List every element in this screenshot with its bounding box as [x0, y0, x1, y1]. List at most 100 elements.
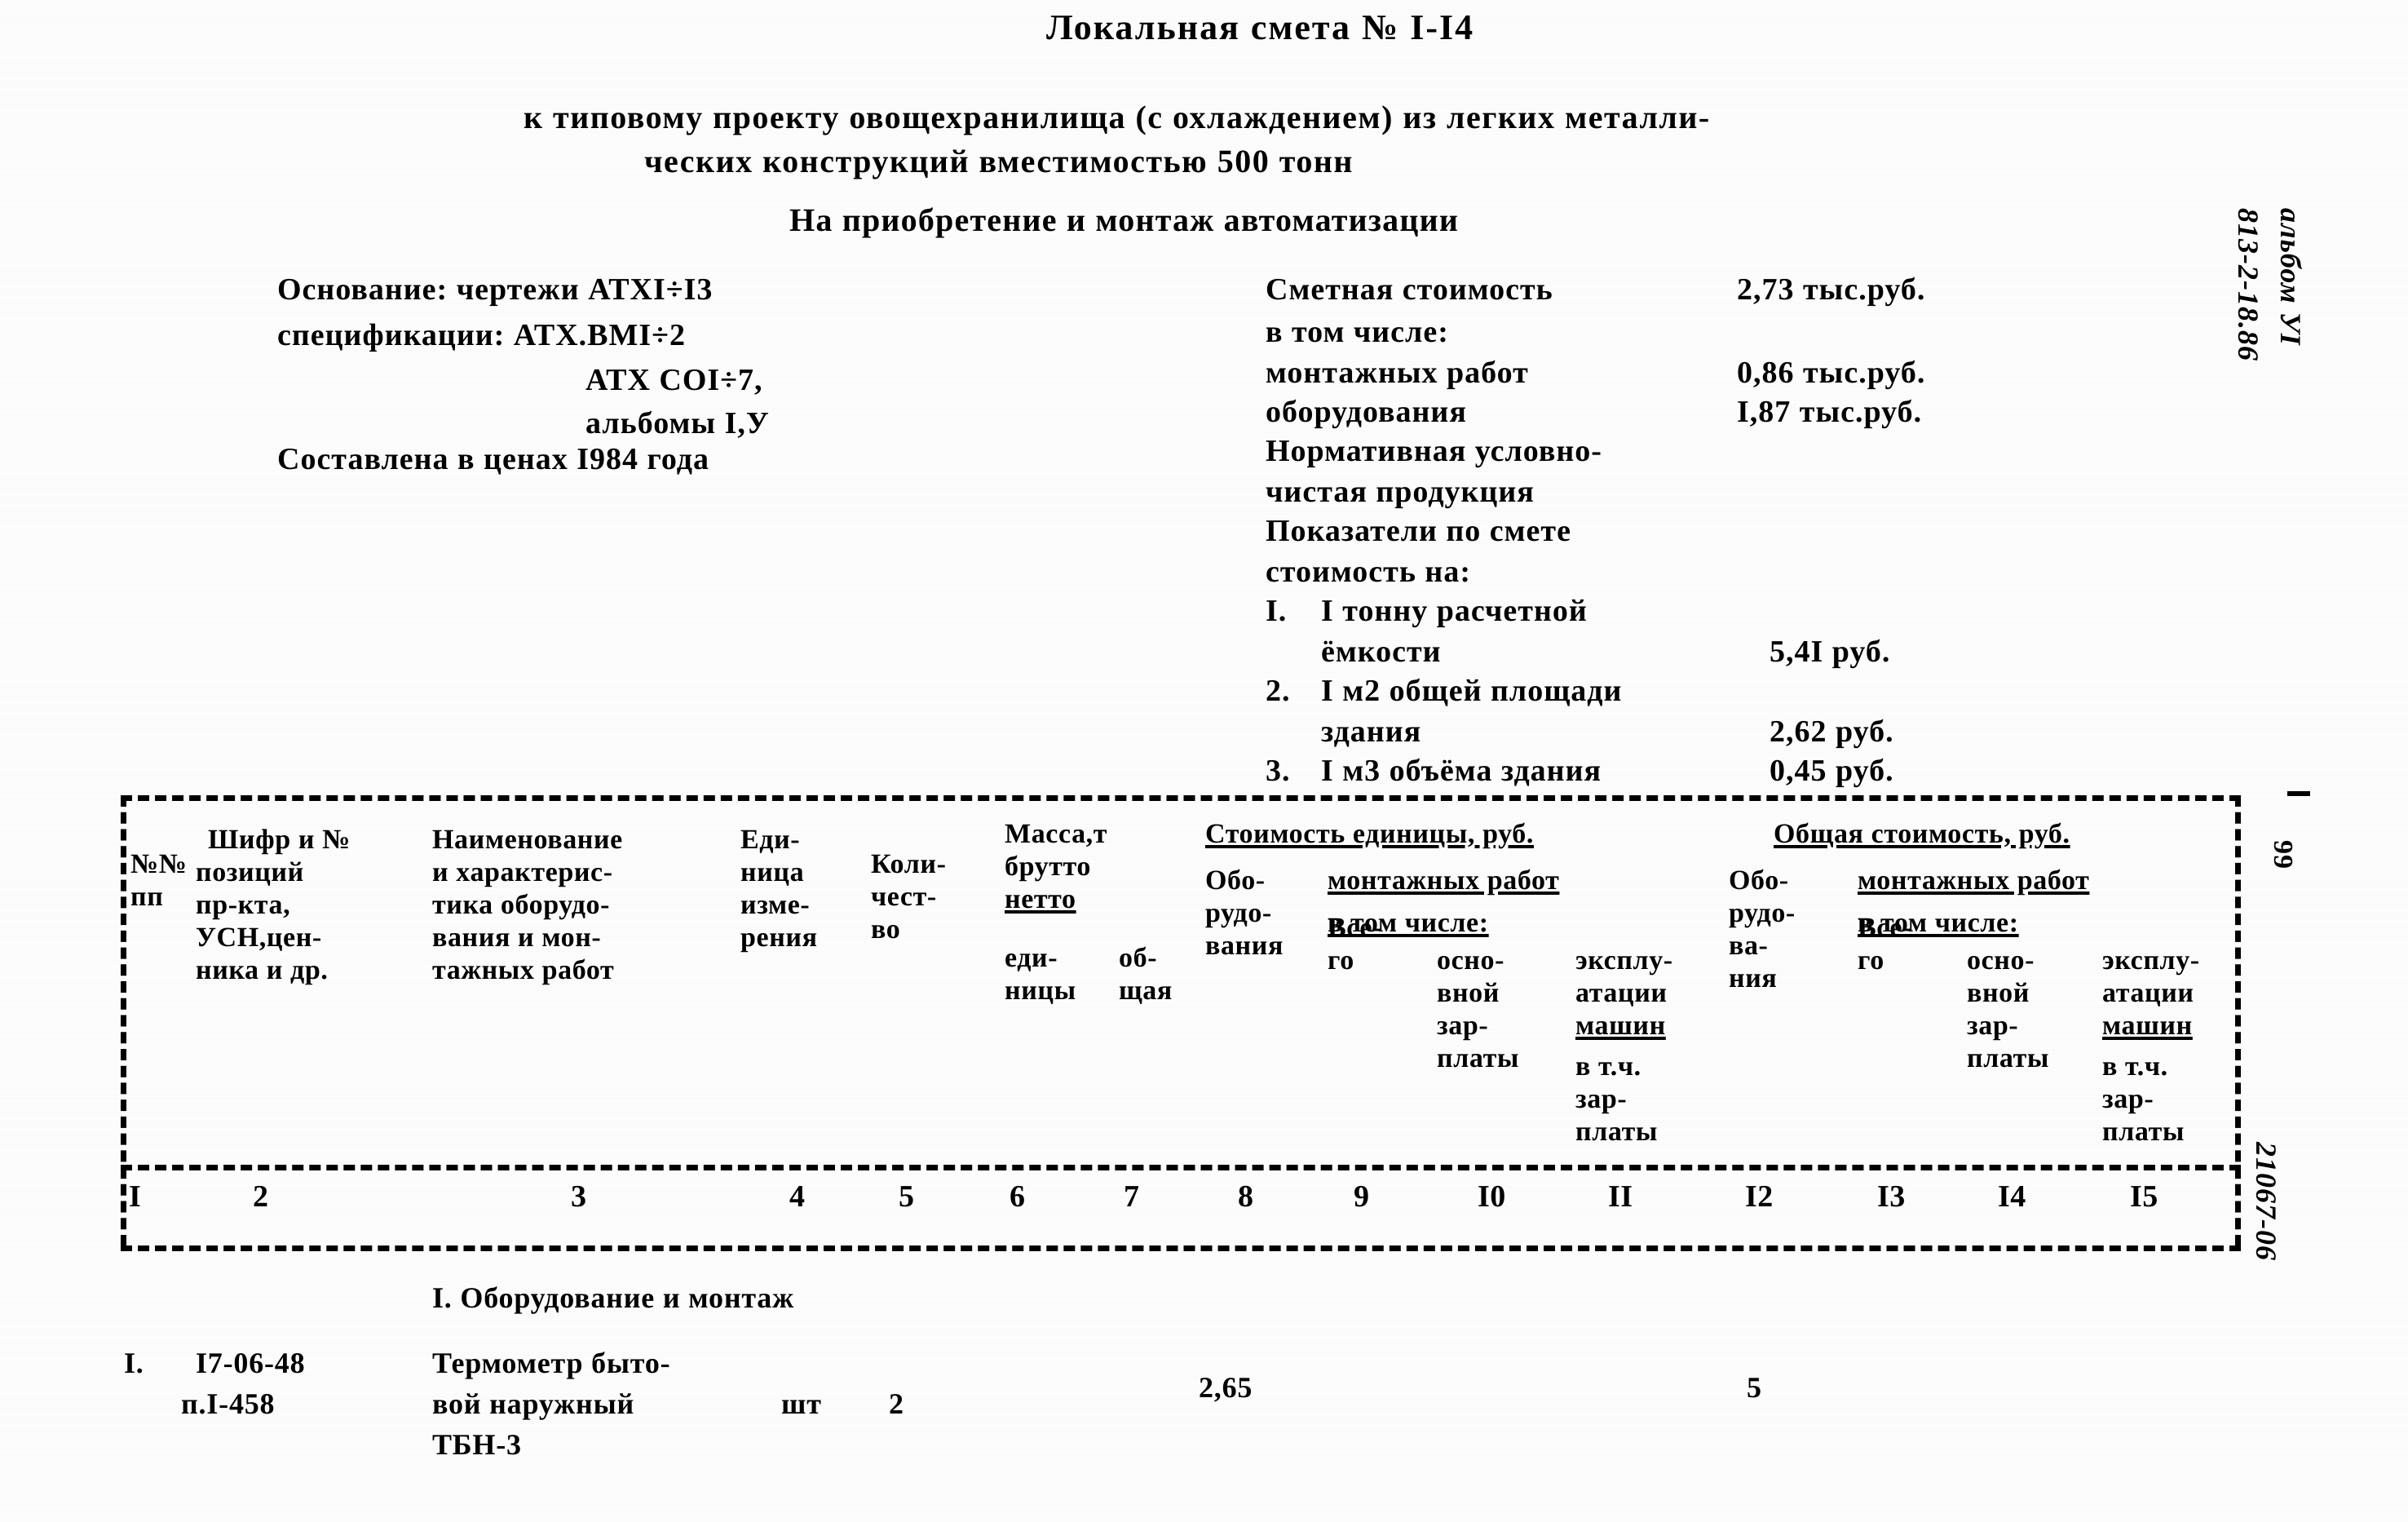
header-col12-line3: ва-: [1729, 931, 1769, 961]
margin-doc-number: 21067-06: [2250, 1142, 2282, 1261]
document-page: Локальная смета № I-I4 к типовому проект…: [0, 0, 2408, 1522]
margin-code-note: 813-2-18.86: [2232, 208, 2264, 361]
header-col2-line4: УСН,цен-: [196, 922, 322, 953]
header-col10-line3: зар-: [1437, 1011, 1489, 1041]
basis-line-2: спецификации: АТХ.ВМI÷2: [277, 318, 687, 352]
header-col15-line3: машин: [2102, 1011, 2193, 1041]
cost-total-label: Сметная стоимость: [1266, 272, 1553, 307]
column-number-4: 4: [789, 1179, 806, 1214]
header-col4-line2: ница: [740, 857, 805, 887]
header-col4-line3: изме-: [740, 890, 811, 920]
column-number-11: II: [1608, 1179, 1633, 1214]
table-top-border: [121, 795, 2241, 801]
indicator-3-value: 0,45 руб.: [1770, 754, 1894, 788]
header-col10-line1: осно-: [1437, 945, 1505, 976]
header-col7-line2: щая: [1119, 976, 1173, 1006]
cost-including-label: в том числе:: [1266, 315, 1449, 349]
column-number-3: 3: [571, 1179, 587, 1214]
header-col2-line3: пр-кта,: [196, 890, 291, 920]
header-col3-line4: вания и мон-: [432, 922, 602, 953]
basis-line-5: Составлена в ценах I984 года: [277, 442, 709, 476]
column-number-7: 7: [1124, 1179, 1140, 1214]
column-number-2: 2: [253, 1179, 269, 1214]
header-col8-line3: вания: [1205, 931, 1284, 961]
indicator-1-text-line-2: ёмкости: [1321, 635, 1442, 669]
indicators-label-line-1: Показатели по смете: [1266, 514, 1571, 548]
header-col5-line3: во: [871, 914, 901, 945]
header-col13-line2: го: [1858, 945, 1884, 976]
header-col9-line1: Все-: [1328, 913, 1382, 943]
table-colnum-bottom-border: [121, 1245, 2241, 1251]
header-col1-line2: пп: [130, 882, 164, 912]
header-col8-line1: Обо-: [1205, 865, 1266, 896]
row-1-total-equipment-cost: 5: [1747, 1371, 1762, 1404]
normative-label-line-2: чистая продукция: [1266, 475, 1535, 509]
subtitle-line-1: к типовому проекту овощехранилища (с охл…: [524, 99, 1711, 135]
header-col1-line1: №№: [130, 849, 188, 879]
header-col6-line2: брутто: [1005, 852, 1092, 882]
header-col15-line2: атации: [2102, 978, 2194, 1008]
basis-line-4: альбомы I,У: [585, 406, 770, 440]
column-number-13: I3: [1877, 1179, 1906, 1214]
column-number-9: 9: [1354, 1179, 1370, 1214]
header-col6-line4: еди-: [1005, 943, 1058, 973]
indicator-2-text-line-2: здания: [1321, 715, 1422, 749]
header-col15-line4: в т.ч.: [2102, 1051, 2168, 1082]
table-right-border: [2235, 795, 2241, 1246]
row-1-unit-equipment-cost: 2,65: [1199, 1371, 1253, 1404]
header-group-unit-cost: Стоимость единицы, руб.: [1205, 819, 1534, 849]
header-col14-line4: платы: [1967, 1043, 2050, 1073]
indicator-3-text-line-1: I м3 объёма здания: [1321, 754, 1602, 788]
subtitle-line-2: ческих конструкций вместимостью 500 тонн: [644, 143, 1354, 179]
column-number-12: I2: [1745, 1179, 1774, 1214]
cost-equipment-value: I,87 тыс.руб.: [1737, 395, 1923, 429]
column-number-1: I: [129, 1179, 142, 1214]
cost-equipment-label: оборудования: [1266, 395, 1467, 429]
header-col5-line2: чест-: [871, 882, 937, 912]
header-col11-line6: платы: [1575, 1117, 1659, 1147]
row-1-code-line-1: I7-06-48: [196, 1347, 306, 1379]
header-col10-line4: платы: [1437, 1043, 1520, 1073]
row-1-name-line-2: вой наружный: [432, 1387, 635, 1420]
basis-line-3: АТХ СОI÷7,: [585, 363, 763, 397]
indicator-3-number: 3.: [1266, 754, 1291, 788]
header-col4-line4: рения: [740, 922, 818, 953]
header-col3-line5: тажных работ: [432, 955, 615, 985]
column-number-5: 5: [899, 1179, 915, 1214]
page-title: Локальная смета № I-I4: [1046, 7, 1475, 47]
cost-total-value: 2,73 тыс.руб.: [1737, 272, 1926, 307]
header-col11-line2: атации: [1575, 978, 1668, 1008]
row-1-number: I.: [124, 1347, 144, 1379]
header-unit-installation-works: монтажных работ: [1328, 865, 1560, 896]
header-col6-line5: ницы: [1005, 976, 1076, 1006]
header-col15-line1: эксплу-: [2102, 945, 2200, 976]
margin-album-note: альбом УI: [2274, 208, 2307, 346]
indicator-1-value: 5,4I руб.: [1770, 635, 1891, 669]
header-col3-line1: Наименование: [432, 825, 623, 855]
header-col15-line6: платы: [2102, 1117, 2185, 1147]
header-col13-line1: Все-: [1858, 913, 1912, 943]
header-col14-line1: осно-: [1967, 945, 2035, 976]
column-number-15: I5: [2130, 1179, 2158, 1214]
normative-label-line-1: Нормативная условно-: [1266, 434, 1602, 468]
header-col5-line1: Коли-: [871, 849, 947, 879]
header-col2-line2: позиций: [196, 857, 304, 887]
cost-installation-label: монтажных работ: [1266, 356, 1529, 390]
column-number-10: I0: [1478, 1179, 1506, 1214]
header-col15-line5: зар-: [2102, 1084, 2154, 1114]
row-1-name-line-1: Термометр быто-: [432, 1347, 671, 1379]
indicators-label-line-2: стоимость на:: [1266, 555, 1471, 589]
margin-page-number: 99: [2268, 840, 2298, 869]
column-number-14: I4: [1998, 1179, 2026, 1214]
header-group-total-cost: Общая стоимость, руб.: [1774, 819, 2070, 849]
header-col4-line1: Еди-: [740, 825, 801, 855]
indicator-1-text-line-1: I тонну расчетной: [1321, 594, 1588, 628]
row-1-quantity: 2: [889, 1387, 904, 1420]
header-col2-line5: ника и др.: [196, 955, 329, 985]
subtitle-line-3: На приобретение и монтаж автоматизации: [789, 201, 1460, 238]
indicator-2-number: 2.: [1266, 674, 1291, 708]
table-header-bottom-border: [121, 1165, 2241, 1170]
indicator-1-number: I.: [1266, 594, 1288, 628]
header-col2-line1: Шифр и №: [208, 825, 351, 855]
row-1-code-line-2: п.I-458: [181, 1387, 276, 1420]
